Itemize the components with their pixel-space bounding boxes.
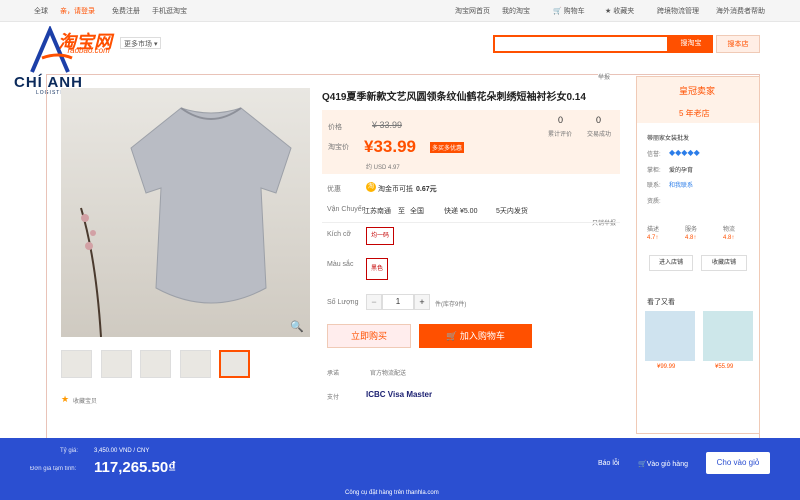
thumbnail-3[interactable] [140, 350, 171, 378]
thumbnail-1[interactable] [61, 350, 92, 378]
ship-dest-dropdown[interactable]: 全国 [410, 206, 424, 216]
trade-count: 0 [596, 115, 602, 125]
cart-icon: 🛒 [446, 331, 458, 341]
seller-badge: 皇冠卖家 [679, 86, 716, 96]
star-icon: ★ [605, 8, 612, 15]
contact-link[interactable]: 和我联系 [669, 180, 693, 189]
promo-badge: 多买多优惠 [430, 142, 465, 153]
chi-anh-logo-icon [30, 26, 73, 73]
ship-fee[interactable]: 快递 ¥5.00 [444, 206, 477, 216]
my-taobao-link[interactable]: 我的淘宝 [502, 6, 530, 16]
rating-icon: ◆◆◆◆◆ [669, 148, 700, 157]
favorites-link[interactable]: ★ 收藏夹 [605, 6, 634, 16]
report-error-link[interactable]: Báo lỗi [598, 460, 619, 467]
view-cart-link[interactable]: 🛒Vào giỏ hàng [638, 460, 688, 468]
taobao-home-link[interactable]: 淘宝网首页 [455, 6, 490, 16]
review-count: 0 [558, 115, 564, 125]
more-markets-dropdown[interactable]: 更多市场 ▾ [120, 37, 162, 49]
exchange-rate: 3,450.00 VND / CNY [94, 448, 150, 454]
size-option[interactable]: 均一码 [366, 227, 394, 245]
enter-shop-button[interactable]: 进入店铺 [649, 255, 693, 271]
zoom-icon[interactable]: 🔍 [290, 320, 304, 333]
payment-methods: ICBC Visa Master [366, 390, 433, 399]
thumbnail-4[interactable] [180, 350, 211, 378]
price-box: 价格 ¥ 33.99 淘宝价 ¥33.99 多买多优惠 约 USD 4.97 0… [322, 110, 620, 174]
current-price: ¥33.99 [364, 137, 416, 156]
thumbnail-5[interactable] [219, 350, 250, 378]
mobile-link[interactable]: 手机逛淘宝 [152, 6, 187, 16]
overseas-help-link[interactable]: 海外消费者帮助 [716, 6, 765, 16]
recommend-item-1[interactable] [645, 311, 695, 361]
product-title: Q419夏季新款文艺风圆领条纹仙鹤花朵刺绣短袖衬衫女0.14 [322, 92, 586, 103]
favorite-shop-button[interactable]: 收藏店铺 [701, 255, 747, 271]
coin-icon: 淘 [366, 182, 376, 192]
search-store-button[interactable]: 搜本店 [716, 35, 760, 53]
qty-minus-button[interactable]: − [366, 294, 382, 310]
shop-age: 5 年老店 [679, 109, 710, 118]
thumbnail-2[interactable] [101, 350, 132, 378]
report-mark[interactable]: 举报 [598, 72, 611, 81]
blouse-image [80, 107, 292, 338]
order-bottom-bar: Tỷ giá: 3,450.00 VND / CNY Đơn giá tạm t… [0, 438, 800, 500]
shop-name[interactable]: 蒂丽家女装批发 [647, 133, 689, 142]
recommend-item-2[interactable] [703, 311, 753, 361]
product-main-image[interactable]: 🔍 [61, 88, 310, 338]
signup-link[interactable]: 免费注册 [112, 6, 140, 16]
divider [322, 222, 620, 223]
region-selector[interactable]: 全球 [34, 6, 48, 16]
add-to-basket-button[interactable]: Cho vào giỏ [706, 452, 770, 474]
unit-price: 117,265.50₫ [94, 459, 176, 476]
quantity-input[interactable]: 1 [382, 294, 414, 310]
also-viewed-title: 看了又看 [647, 299, 675, 306]
footer-text: Công cụ đặt hàng trên thanhla.com [345, 490, 439, 496]
qty-plus-button[interactable]: + [414, 294, 430, 310]
search-input[interactable] [493, 35, 669, 53]
top-nav-bar: 全球 亲，请登录 免费注册 手机逛淘宝 淘宝网首页 我的淘宝 🛒 购物车 ★ 收… [0, 0, 800, 22]
chevron-down-icon: ▾ [153, 41, 158, 48]
cart-link[interactable]: 🛒 购物车 [553, 6, 585, 16]
original-price: ¥ 33.99 [372, 120, 403, 130]
star-icon[interactable]: ★ [61, 394, 69, 405]
cart-icon: 🛒 [553, 8, 562, 15]
color-option[interactable]: 黑色 [366, 258, 388, 280]
buy-now-button[interactable]: 立即购买 [327, 324, 411, 348]
favorite-item-link[interactable]: 收藏宝贝 [73, 396, 97, 405]
search-taobao-button[interactable]: 搜淘宝 [669, 35, 713, 53]
usd-price: 约 USD 4.97 [366, 165, 400, 171]
seller-panel: 皇冠卖家 5 年老店 蒂丽家女装批发 信誉: ◆◆◆◆◆ 掌柜: 爱的孕育 联系… [636, 76, 760, 434]
cross-border-link[interactable]: 跨境物流管理 [657, 6, 699, 16]
cart-icon: 🛒 [638, 461, 647, 468]
login-link[interactable]: 亲，请登录 [60, 6, 95, 16]
add-to-cart-button[interactable]: 🛒 加入购物车 [419, 324, 532, 348]
